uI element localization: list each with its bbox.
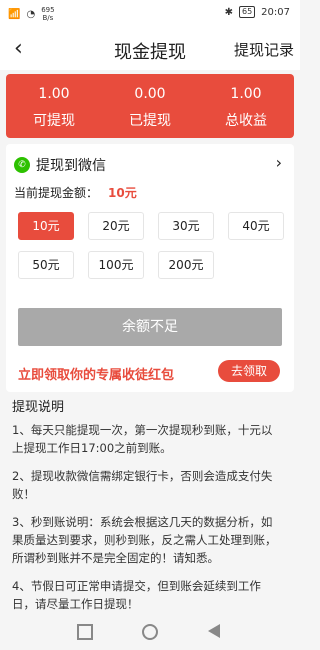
status-bar: 📶 ◔ 695 B/s ✱ 65 20:07 <box>0 0 300 26</box>
home-icon[interactable] <box>142 624 158 640</box>
clock: 20:07 <box>261 6 290 18</box>
amount-option[interactable]: 100元 <box>88 251 144 279</box>
wechat-icon: ✆ <box>14 157 30 173</box>
claim-button[interactable]: 去领取 <box>218 360 280 382</box>
withdraw-method-label: 提现到微信 <box>36 158 106 174</box>
instruction-item: 2、提现收款微信需绑定银行卡，否则会造成支付失败！ <box>12 469 273 501</box>
summary-total: 1.00 总收益 <box>225 86 267 129</box>
earnings-summary: 1.00 可提现 0.00 已提现 1.00 总收益 <box>6 74 294 138</box>
withdraw-card: ✆ 提现到微信 › 当前提现金额： 10元 10元 20元 30元 40元 50元… <box>6 144 294 392</box>
amount-option[interactable]: 10元 <box>18 212 74 240</box>
amount-option[interactable]: 200元 <box>158 251 214 279</box>
instructions-title: 提现说明 <box>12 400 65 415</box>
system-navigation <box>0 614 300 650</box>
insufficient-balance-button[interactable]: 余额不足 <box>18 308 282 346</box>
back-nav-icon[interactable] <box>208 624 220 638</box>
promo-text: 立即领取你的专属收徒红包 <box>18 368 175 383</box>
amount-option[interactable]: 40元 <box>228 212 284 240</box>
chevron-right-icon: › <box>275 153 282 172</box>
recent-apps-icon[interactable] <box>77 624 93 640</box>
current-amount: 当前提现金额： 10元 <box>14 186 137 200</box>
amount-option[interactable]: 20元 <box>88 212 144 240</box>
battery-indicator: 65 <box>238 6 256 18</box>
instruction-item: 3、秒到账说明：系统会根据这几天的数据分析，如果质量达到要求，则秒到账，反之需人… <box>12 515 277 565</box>
amount-option[interactable]: 50元 <box>18 251 74 279</box>
signal-icon: 📶 <box>8 8 21 20</box>
instruction-item: 4、节假日可正常申请提交，但到账会延续到工作日，请尽量工作日提现！ <box>12 579 261 611</box>
bluetooth-icon: ✱ <box>224 6 233 18</box>
summary-withdrawn: 0.00 已提现 <box>129 86 171 129</box>
amount-option[interactable]: 30元 <box>158 212 214 240</box>
network-speed: 695 B/s <box>41 6 55 22</box>
wifi-icon: ◔ <box>26 8 36 20</box>
withdraw-history-link[interactable]: 提现记录 <box>234 39 294 60</box>
instructions-list: 1、每天只能提现一次，第一次提现秒到账，十元以上提现工作日17:00之前到账。 … <box>12 421 282 623</box>
nav-bar: ‹ 现金提现 提现记录 <box>0 26 300 70</box>
summary-available: 1.00 可提现 <box>33 86 75 129</box>
current-amount-value: 10元 <box>108 186 137 200</box>
withdraw-method-row[interactable]: ✆ 提现到微信 › <box>14 153 286 175</box>
instruction-item: 1、每天只能提现一次，第一次提现秒到账，十元以上提现工作日17:00之前到账。 <box>12 423 273 455</box>
